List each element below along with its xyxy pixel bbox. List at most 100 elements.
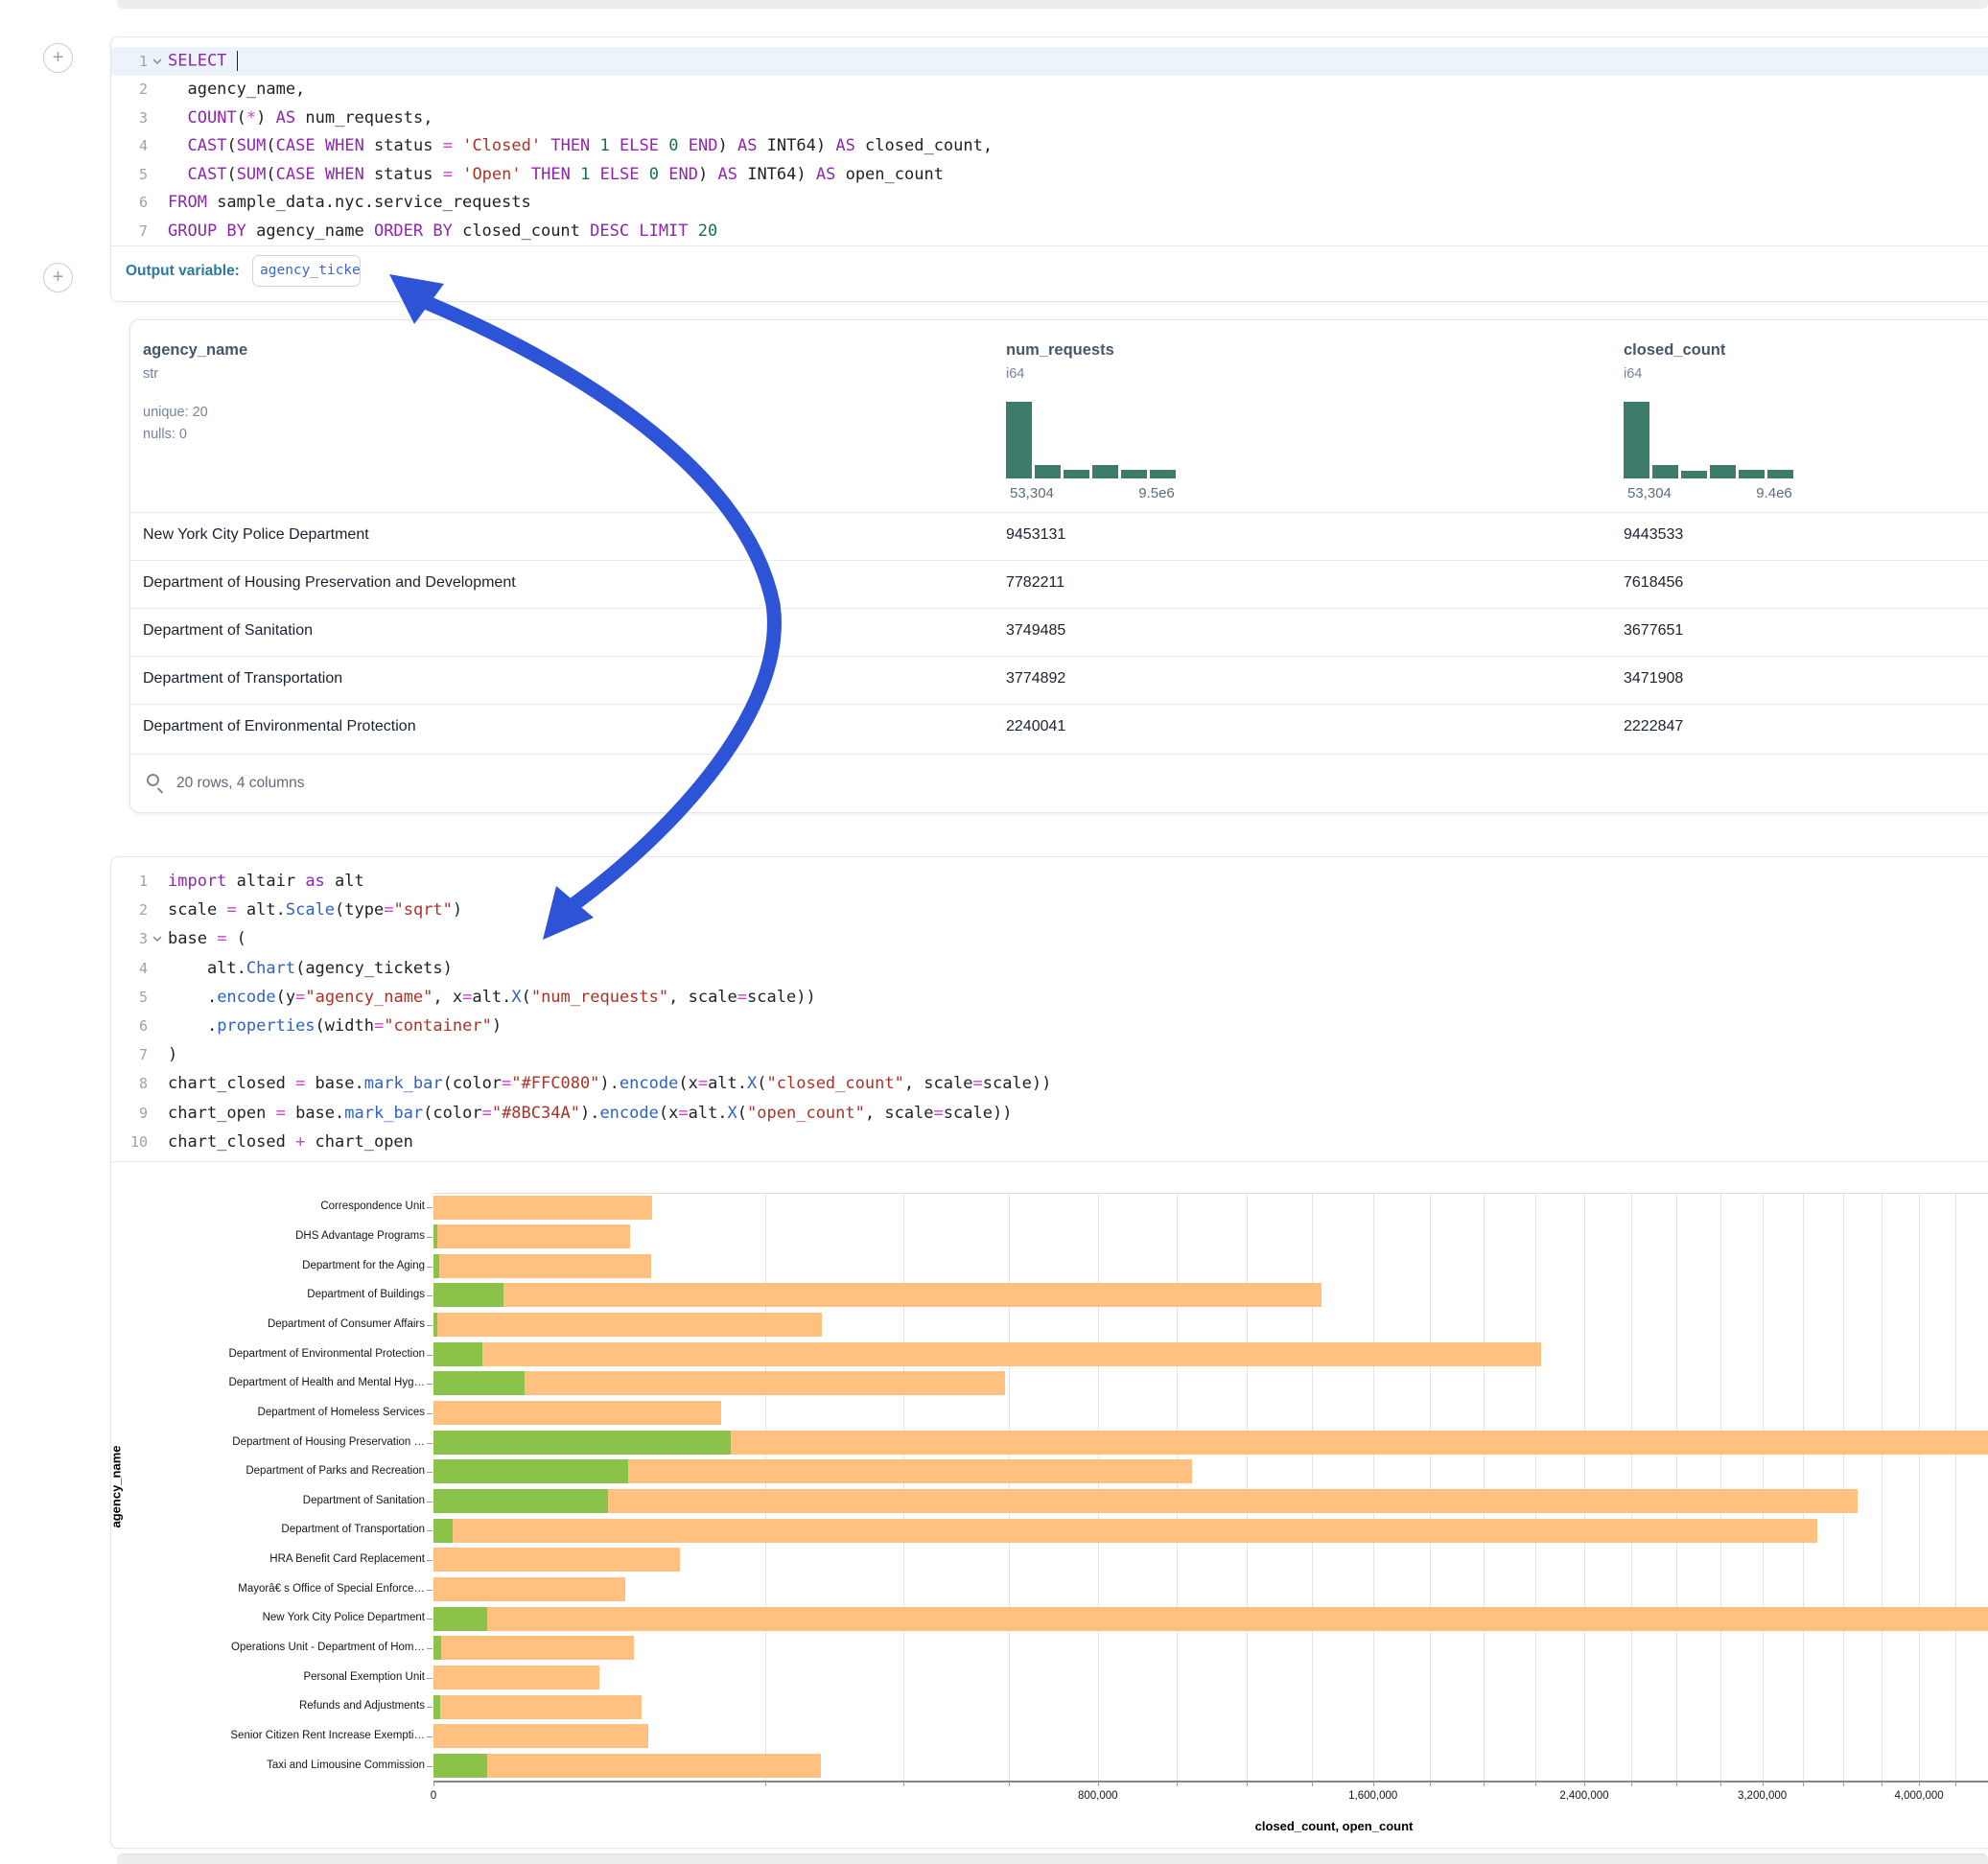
histogram-bar — [1681, 471, 1707, 478]
bar-open-count — [433, 1754, 487, 1778]
x-axis-tick-label: 3,200,000 — [1696, 1790, 1830, 1802]
y-axis-tick — [427, 1707, 433, 1708]
code-line-4[interactable]: 4 alt.Chart(agency_tickets) — [111, 954, 1988, 983]
y-axis-label: Department of Parks and Recreation — [118, 1465, 425, 1477]
y-axis-tick — [427, 1267, 433, 1268]
column-header-agency_name[interactable]: agency_name — [143, 341, 247, 360]
histogram-bar — [1035, 465, 1061, 478]
bar-open-count — [433, 1371, 525, 1395]
table-row[interactable]: Department of Sanitation37494853677651 — [130, 608, 1988, 656]
column-type: i64 — [1624, 366, 1642, 382]
x-axis-tick-label: 1,600,000 — [1306, 1790, 1440, 1802]
sql-cell: 1SELECT 2 agency_name,3 COUNT(*) AS num_… — [110, 36, 1988, 302]
line-number: 4 — [111, 960, 148, 977]
code-line-6[interactable]: 6 FROM sample_data.nyc.service_requests — [111, 189, 1988, 218]
code-line-10[interactable]: 10chart_closed + chart_open — [111, 1128, 1988, 1156]
gridline — [1843, 1193, 1844, 1781]
y-axis-tick — [427, 1472, 433, 1473]
sql-code-editor[interactable]: 1SELECT 2 agency_name,3 COUNT(*) AS num_… — [111, 47, 1988, 245]
y-axis-label: Senior Citizen Rent Increase Exempti… — [118, 1730, 425, 1741]
line-number: 9 — [111, 1105, 148, 1122]
output-variable-label: Output variable: — [126, 263, 240, 280]
histogram-max-label: 9.4e6 — [1745, 485, 1803, 501]
code-line-2[interactable]: 2 agency_name, — [111, 76, 1988, 105]
code-line-7[interactable]: 7) — [111, 1040, 1988, 1069]
line-number: 6 — [111, 194, 148, 211]
gridline — [1763, 1193, 1764, 1781]
code-text: chart_closed = base.mark_bar(color="#FFC… — [168, 1074, 1051, 1093]
y-axis-label: Department of Buildings — [118, 1289, 425, 1300]
y-axis-title: agency_name — [111, 1445, 124, 1527]
line-number: 3 — [111, 930, 148, 947]
x-axis-tick — [1177, 1782, 1178, 1786]
table-cell: 3749485 — [1006, 622, 1065, 640]
add-cell-button-below-sql[interactable]: + — [43, 263, 73, 292]
code-line-1[interactable]: 1import altair as alt — [111, 867, 1988, 896]
y-axis-label: Department of Transportation — [118, 1524, 425, 1535]
table-row[interactable]: Department of Transportation377489234719… — [130, 656, 1988, 704]
python-cell: 1import altair as alt2scale = alt.Scale(… — [110, 856, 1988, 1849]
code-line-2[interactable]: 2scale = alt.Scale(type="sqrt") — [111, 896, 1988, 924]
python-code-editor[interactable]: 1import altair as alt2scale = alt.Scale(… — [111, 867, 1988, 1156]
table-row-count: 20 rows, 4 columns — [176, 775, 305, 792]
line-number: 3 — [111, 109, 148, 127]
column-header-num_requests[interactable]: num_requests — [1006, 341, 1114, 360]
code-text: FROM sample_data.nyc.service_requests — [168, 193, 531, 212]
bar-open-count — [433, 1636, 441, 1660]
y-axis-tick — [427, 1678, 433, 1679]
output-variable-pill[interactable]: agency_tickets — [252, 255, 361, 287]
y-axis-label: Refunds and Adjustments — [118, 1700, 425, 1712]
gridline — [1312, 1193, 1313, 1781]
bar-closed-count — [433, 1695, 642, 1719]
y-axis-label: Personal Exemption Unit — [118, 1671, 425, 1683]
histogram-bar — [1064, 470, 1089, 478]
gridline — [1484, 1193, 1485, 1781]
gridline — [903, 1193, 904, 1781]
column-stat: nulls: 0 — [143, 427, 187, 442]
line-number: 10 — [111, 1133, 148, 1151]
y-axis-label: Department of Homeless Services — [118, 1407, 425, 1418]
y-axis-label: Mayorâ€ s Office of Special Enforce… — [118, 1583, 425, 1595]
code-line-7[interactable]: 7 GROUP BY agency_name ORDER BY closed_co… — [111, 217, 1988, 245]
table-row[interactable]: Department of Housing Preservation and D… — [130, 560, 1988, 608]
code-text: base = ( — [168, 929, 246, 948]
x-axis-tick — [1882, 1782, 1883, 1786]
code-line-4[interactable]: 4 CAST(SUM(CASE WHEN status = 'Closed' T… — [111, 132, 1988, 161]
code-line-8[interactable]: 8chart_closed = base.mark_bar(color="#FF… — [111, 1069, 1988, 1098]
table-row[interactable]: Department of Environmental Protection22… — [130, 704, 1988, 752]
bar-open-count — [433, 1607, 487, 1631]
y-axis-tick — [427, 1237, 433, 1238]
table-row[interactable]: New York City Police Department945313194… — [130, 512, 1988, 560]
code-line-1[interactable]: 1SELECT — [111, 47, 1988, 76]
add-cell-button-top[interactable]: + — [43, 43, 73, 73]
column-histogram — [1624, 402, 1801, 478]
column-header-closed_count[interactable]: closed_count — [1624, 341, 1725, 360]
code-text: .properties(width="container") — [168, 1016, 502, 1036]
code-line-5[interactable]: 5 .encode(y="agency_name", x=alt.X("num_… — [111, 983, 1988, 1012]
line-number: 7 — [111, 1046, 148, 1063]
search-icon[interactable] — [147, 774, 159, 786]
table-cell: 9453131 — [1006, 526, 1065, 544]
altair-bar-chart: closed_count, open_count agency_name 080… — [111, 1180, 1988, 1849]
y-axis-tick — [427, 1502, 433, 1503]
code-text: GROUP BY agency_name ORDER BY closed_cou… — [168, 221, 717, 241]
code-line-3[interactable]: 3 base = ( — [111, 924, 1988, 953]
code-line-3[interactable]: 3 COUNT(*) AS num_requests, — [111, 104, 1988, 132]
x-axis-tick — [765, 1782, 766, 1786]
code-line-9[interactable]: 9chart_open = base.mark_bar(color="#8BC3… — [111, 1099, 1988, 1128]
gridline — [1955, 1193, 1956, 1781]
bar-open-count — [433, 1283, 503, 1307]
code-text: agency_name, — [168, 80, 305, 99]
y-axis-tick — [427, 1530, 433, 1531]
x-axis-tick-label: 2,400,000 — [1517, 1790, 1651, 1802]
gridline — [1009, 1193, 1010, 1781]
gridline — [1373, 1193, 1374, 1781]
x-axis-tick — [433, 1782, 434, 1786]
code-line-5[interactable]: 5 CAST(SUM(CASE WHEN status = 'Open' THE… — [111, 160, 1988, 189]
table-footer: 20 rows, 4 columns — [130, 754, 1988, 813]
y-axis-label: Department of Health and Mental Hyg… — [118, 1377, 425, 1388]
text-cursor — [237, 51, 239, 71]
x-axis-tick — [1312, 1782, 1313, 1786]
code-line-6[interactable]: 6 .properties(width="container") — [111, 1012, 1988, 1040]
line-number: 7 — [111, 222, 148, 240]
